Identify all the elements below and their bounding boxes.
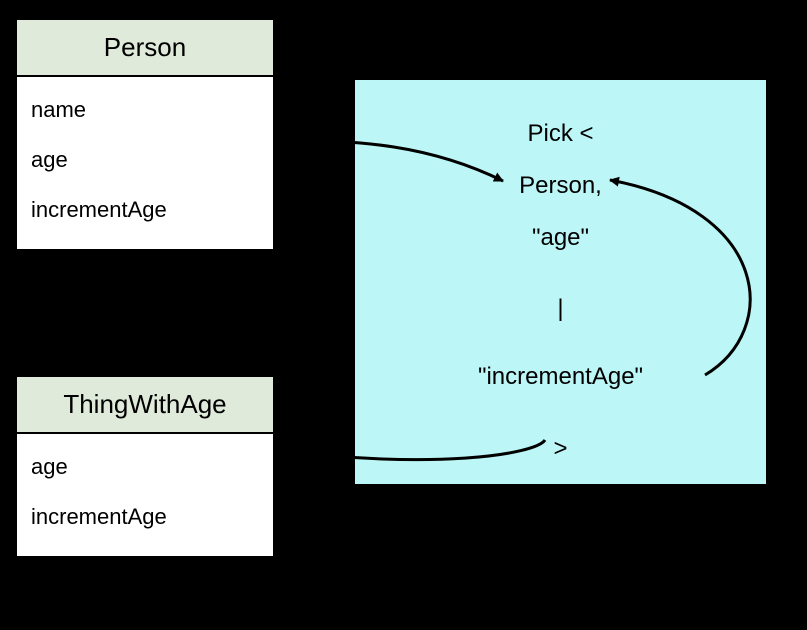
class-box-thingwithage: ThingWithAge age incrementAge	[15, 375, 275, 558]
class-body-person: name age incrementAge	[17, 77, 273, 249]
pick-line-4: |	[355, 295, 766, 323]
pick-line-2: Person,	[355, 172, 766, 200]
class-box-person: Person name age incrementAge	[15, 18, 275, 251]
class-title-person: Person	[17, 20, 273, 77]
class-member: age	[31, 135, 259, 185]
class-member: age	[31, 442, 259, 492]
class-title-thingwithage: ThingWithAge	[17, 377, 273, 434]
class-body-thingwithage: age incrementAge	[17, 434, 273, 556]
pick-line-3: "age"	[355, 224, 766, 252]
class-member: incrementAge	[31, 185, 259, 235]
pick-line-5: "incrementAge"	[355, 363, 766, 391]
class-member: incrementAge	[31, 492, 259, 542]
pick-line-6: >	[355, 435, 766, 463]
pick-box: Pick < Person, "age" | "incrementAge" >	[353, 78, 768, 486]
pick-line-1: Pick <	[355, 120, 766, 148]
class-member: name	[31, 85, 259, 135]
